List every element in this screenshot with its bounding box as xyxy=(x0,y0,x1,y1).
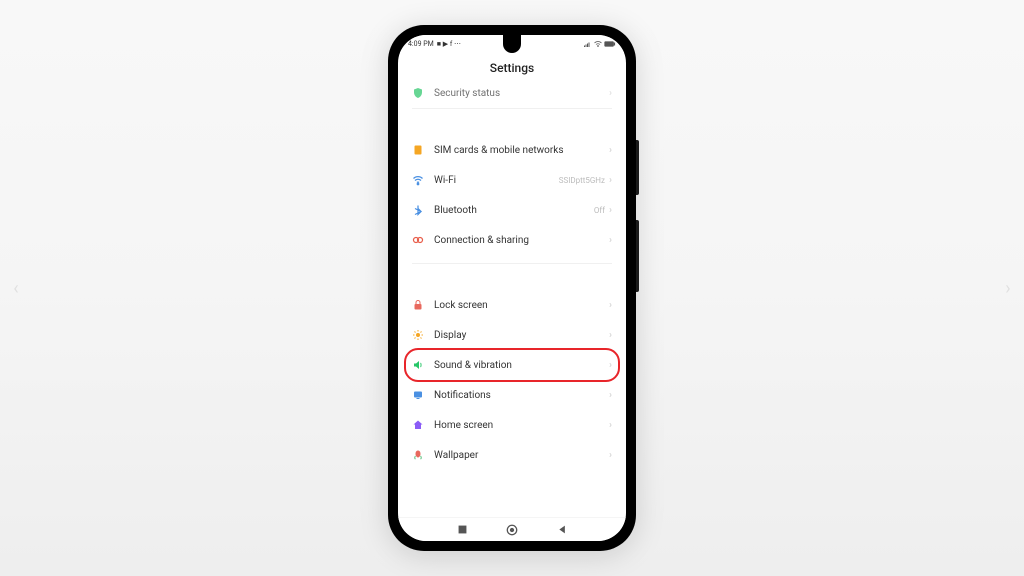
item-label: Lock screen xyxy=(434,300,609,311)
item-label: Sound & vibration xyxy=(434,360,609,371)
status-app-icons: ■ ▶ f ⋯ xyxy=(437,40,461,48)
chevron-right-icon: › xyxy=(609,330,612,341)
signal-icon xyxy=(584,41,592,47)
settings-list[interactable]: Security status › SIM cards & mobile net… xyxy=(398,85,626,517)
status-time: 4:09 PM xyxy=(408,40,434,48)
list-item-sim-cards-mobile-networks[interactable]: SIM cards & mobile networks› xyxy=(398,135,626,165)
carousel-prev[interactable]: ‹ xyxy=(6,278,26,298)
sound-icon xyxy=(412,359,424,371)
chevron-right-icon: › xyxy=(609,360,612,371)
chevron-right-icon: › xyxy=(609,88,612,99)
chevron-right-icon: › xyxy=(609,450,612,461)
sim-icon xyxy=(412,144,424,156)
chevron-right-icon: › xyxy=(609,420,612,431)
bluetooth-icon xyxy=(412,204,424,216)
home-icon xyxy=(412,419,424,431)
item-label: Notifications xyxy=(434,390,609,401)
display-icon xyxy=(412,329,424,341)
connection-icon xyxy=(412,234,424,246)
battery-icon xyxy=(604,41,616,47)
list-item-bluetooth[interactable]: BluetoothOff › xyxy=(398,195,626,225)
phone-screen: 4:09 PM ■ ▶ f ⋯ Settings Security status… xyxy=(398,35,626,541)
chevron-right-icon: › xyxy=(609,300,612,311)
list-item-wallpaper[interactable]: Wallpaper› xyxy=(398,440,626,470)
back-button[interactable] xyxy=(555,523,569,537)
divider xyxy=(412,263,612,264)
item-label: Security status xyxy=(434,88,609,99)
divider xyxy=(412,108,612,109)
notifications-icon xyxy=(412,389,424,401)
list-item-home-screen[interactable]: Home screen› xyxy=(398,410,626,440)
chevron-right-icon: › xyxy=(609,235,612,246)
carousel-next[interactable]: › xyxy=(998,278,1018,298)
list-item-lock-screen[interactable]: Lock screen› xyxy=(398,290,626,320)
wifi-icon xyxy=(412,174,424,186)
phone-frame: 4:09 PM ■ ▶ f ⋯ Settings Security status… xyxy=(388,25,636,551)
recents-button[interactable] xyxy=(455,523,469,537)
shield-icon xyxy=(412,87,424,99)
lock-icon xyxy=(412,299,424,311)
home-button[interactable] xyxy=(505,523,519,537)
chevron-right-icon: › xyxy=(609,175,612,186)
list-item-display[interactable]: Display› xyxy=(398,320,626,350)
chevron-right-icon: › xyxy=(609,145,612,156)
list-item-notifications[interactable]: Notifications› xyxy=(398,380,626,410)
item-label: Display xyxy=(434,330,609,341)
list-item-connection-sharing[interactable]: Connection & sharing› xyxy=(398,225,626,255)
page-title: Settings xyxy=(398,53,626,85)
item-label: SIM cards & mobile networks xyxy=(434,145,609,156)
item-label: Wallpaper xyxy=(434,450,609,461)
list-item-security-status[interactable]: Security status › xyxy=(398,85,626,104)
volume-button xyxy=(636,140,639,195)
phone-notch xyxy=(503,35,521,53)
navigation-bar xyxy=(398,517,626,541)
list-item-sound-vibration[interactable]: Sound & vibration› xyxy=(398,350,626,380)
item-label: Home screen xyxy=(434,420,609,431)
wallpaper-icon xyxy=(412,449,424,461)
item-value: SSIDptt5GHz xyxy=(559,176,605,185)
item-value: Off xyxy=(594,206,605,215)
power-button xyxy=(636,220,639,292)
list-item-wi-fi[interactable]: Wi-FiSSIDptt5GHz › xyxy=(398,165,626,195)
item-label: Bluetooth xyxy=(434,205,594,216)
chevron-right-icon: › xyxy=(609,390,612,401)
item-label: Connection & sharing xyxy=(434,235,609,246)
chevron-right-icon: › xyxy=(609,205,612,216)
wifi-status-icon xyxy=(594,41,602,47)
item-label: Wi-Fi xyxy=(434,175,559,186)
